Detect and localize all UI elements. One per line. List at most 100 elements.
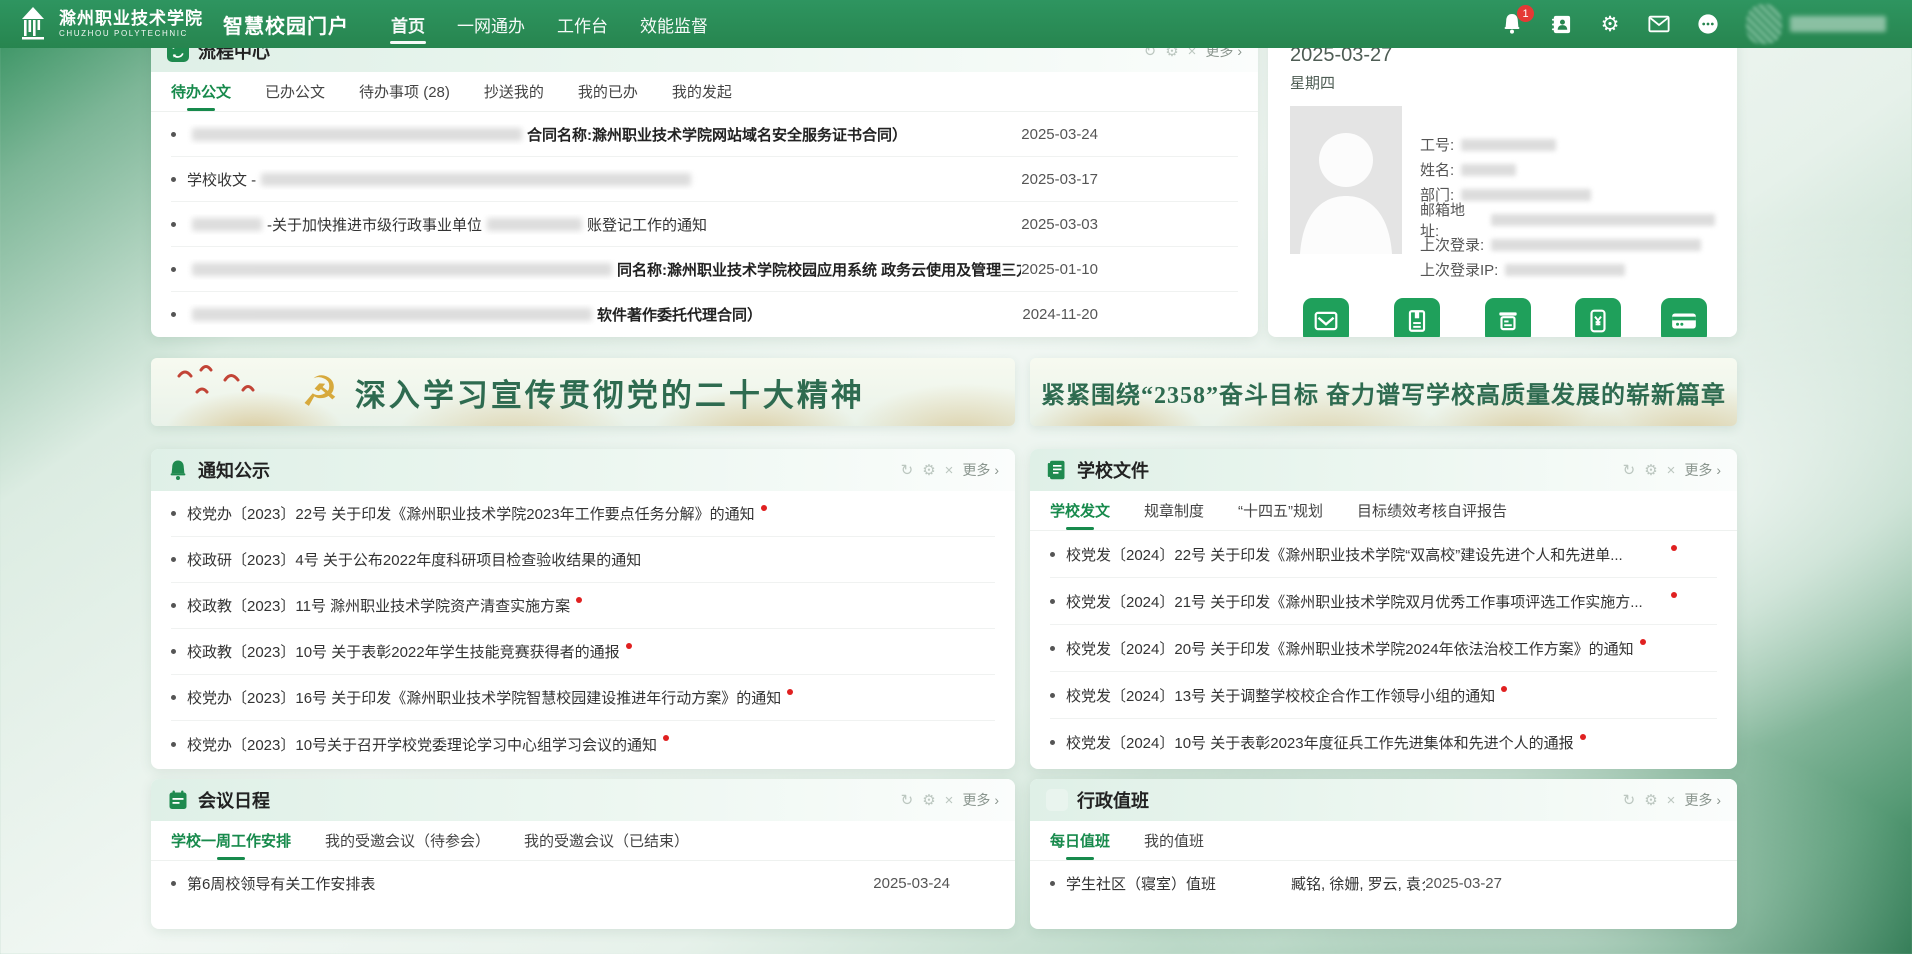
redacted-text [192,128,522,141]
process-tab[interactable]: 抄送我的 [484,72,544,111]
duty-list-item[interactable]: 学生社区（寝室）值班臧铭, 徐姗, 罗云, 袁夕良, 安婷婷...2025-03… [1050,861,1717,906]
refresh-icon[interactable]: ↻ [901,461,914,479]
item-text: 校政教〔2023〕11号 滁州职业技术学院资产清查实施方案 [187,595,995,616]
settings-gear-icon[interactable]: ⚙ [1599,13,1621,35]
item-date: 2025-03-24 [1021,126,1098,143]
process-list-item[interactable]: 学校收文 -2025-03-17 [171,157,1238,202]
meetings-tab[interactable]: 我的受邀会议（待参会） [325,821,490,860]
mail-icon[interactable] [1648,13,1670,35]
process-tab[interactable]: 待办公文 [171,72,231,111]
nav-item-工作台[interactable]: 工作台 [557,0,608,48]
item-text: 校党办〔2023〕16号 关于印发《滁州职业技术学院智慧校园建设推进年行动方案》… [187,687,995,708]
calendar-icon [167,789,189,811]
topbar-actions: 1 ⚙ [1501,4,1886,44]
contacts-icon[interactable] [1550,13,1572,35]
item-text: 校党发〔2024〕20号 关于印发《滁州职业技术学院2024年依法治校工作方案》… [1066,638,1717,659]
gear-icon[interactable]: ⚙ [922,461,935,479]
file-list-item[interactable]: 校党发〔2024〕13号 关于调整学校校企合作工作领导小组的通知 [1050,672,1717,719]
top-navbar: 滁州职业技术学院 CHUZHOU POLYTECHNIC 智慧校园门户 首页一网… [0,0,1912,48]
quick-link-一卡通[interactable]: 一卡通 [1661,298,1707,337]
banner-left-text: 深入学习宣传贯彻党的二十大精神 [355,370,865,415]
unread-dot [1671,592,1677,598]
close-icon[interactable]: × [1667,462,1676,479]
file-list-item[interactable]: 校党发〔2024〕21号 关于印发《滁州职业技术学院双月优秀工作事项评选工作实施… [1050,578,1717,625]
duty-tab[interactable]: 每日值班 [1050,821,1110,860]
files-tab[interactable]: 目标绩效考核自评报告 [1357,491,1507,530]
portal-title: 智慧校园门户 [223,10,349,39]
meetings-tab[interactable]: 学校一周工作安排 [171,821,291,860]
refresh-icon[interactable]: ↻ [901,791,914,809]
more-link[interactable]: 更多 › [962,460,999,480]
duty-card: 行政值班 ↻ ⚙ × 更多 › 每日值班我的值班 学生社区（寝室）值班臧铭, 徐姗, … [1030,779,1737,929]
file-list-item[interactable]: 校党发〔2024〕22号 关于印发《滁州职业技术学院“双高校”建设先进个人和先进… [1050,531,1717,578]
quick-link-我的工资[interactable]: 我的工资 [1570,298,1626,337]
item-date: 2025-03-24 [873,875,950,892]
card-controls: ↻ ⚙ × 更多 › [901,460,999,480]
process-list: 合同名称:滁州职业技术学院网站域名安全服务证书合同）2025-03-24学校收文… [151,112,1258,337]
files-tab[interactable]: 规章制度 [1144,491,1204,530]
process-list-item[interactable]: 软件著作委托代理合同）2024-11-20 [171,292,1238,337]
more-link[interactable]: 更多 › [962,790,999,810]
nav-item-效能监督[interactable]: 效能监督 [640,0,708,48]
notice-list-item[interactable]: 校党办〔2023〕22号 关于印发《滁州职业技术学院2023年工作要点任务分解》… [171,491,995,537]
item-text: 第6周校领导有关工作安排表 [187,873,873,894]
close-icon[interactable]: × [1667,792,1676,809]
quick-link-图书借阅[interactable]: 图书借阅 [1389,298,1445,337]
salary-icon [1575,298,1621,337]
meetings-tab[interactable]: 我的受邀会议（已结束） [524,821,689,860]
process-tab[interactable]: 我的发起 [672,72,732,111]
notice-list-item[interactable]: 校政研〔2023〕4号 关于公布2022年度科研项目检查验收结果的通知 [171,537,995,583]
notices-list: 校党办〔2023〕22号 关于印发《滁州职业技术学院2023年工作要点任务分解》… [151,491,1015,767]
notice-list-item[interactable]: 校政教〔2023〕11号 滁州职业技术学院资产清查实施方案 [171,583,995,629]
item-text: -关于加快推进市级行政事业单位账登记工作的通知 [187,214,1021,235]
school-files-list: 校党发〔2024〕22号 关于印发《滁州职业技术学院“双高校”建设先进个人和先进… [1030,531,1737,766]
refresh-icon[interactable]: ↻ [1623,791,1636,809]
gear-icon[interactable]: ⚙ [1644,791,1657,809]
bullet-icon [171,695,176,700]
process-list-item[interactable]: 合同名称:滁州职业技术学院网站域名安全服务证书合同）2025-03-24 [171,112,1238,157]
profile-field: 工号: [1420,132,1715,157]
user-menu[interactable] [1746,4,1886,44]
card-title: 会议日程 [198,787,270,813]
process-tab[interactable]: 待办事项 (28) [359,72,450,111]
process-list-item[interactable]: 同名称:滁州职业技术学院校园应用系统 政务云使用及管理三方合同）2025-01-… [171,247,1238,292]
files-tab[interactable]: “十四五”规划 [1238,491,1323,530]
gear-icon[interactable]: ⚙ [922,791,935,809]
quick-link-我的课程[interactable]: 我的课程 [1480,298,1536,337]
redacted-text [192,218,262,231]
more-link[interactable]: 更多 › [1684,460,1721,480]
refresh-icon[interactable]: ↻ [1623,461,1636,479]
process-list-item[interactable]: -关于加快推进市级行政事业单位账登记工作的通知2025-03-03 [171,202,1238,247]
banner-goal-slogan[interactable]: 紧紧围绕“2358”奋斗目标 奋力谱写学校高质量发展的崭新篇章 [1030,358,1737,426]
close-icon[interactable]: × [945,792,954,809]
profile-photo-placeholder [1290,106,1402,254]
process-tab[interactable]: 我的已办 [578,72,638,111]
banner-party-spirit[interactable]: ☭ 深入学习宣传贯彻党的二十大精神 [151,358,1015,426]
files-tab[interactable]: 学校发文 [1050,491,1110,530]
nav-item-一网通办[interactable]: 一网通办 [457,0,525,48]
notice-list-item[interactable]: 校党办〔2023〕10号关于召开学校党委理论学习中心组学习会议的通知 [171,721,995,767]
profile-field: 上次登录: [1420,232,1715,257]
more-menu-icon[interactable] [1697,13,1719,35]
gear-icon[interactable]: ⚙ [1644,461,1657,479]
card-title: 行政值班 [1077,787,1149,813]
nav-item-首页[interactable]: 首页 [391,0,425,48]
profile-field: 上次登录IP: [1420,257,1715,282]
school-files-card: 学校文件 ↻⚙×更多 › 学校发文规章制度“十四五”规划目标绩效考核自评报告 校… [1030,449,1737,769]
notice-list-item[interactable]: 校党办〔2023〕16号 关于印发《滁州职业技术学院智慧校园建设推进年行动方案》… [171,675,995,721]
more-link[interactable]: 更多 › [1684,790,1721,810]
redacted-text [192,263,612,276]
notice-list-item[interactable]: 校政教〔2023〕10号 关于表彰2022年学生技能竞赛获得者的通报 [171,629,995,675]
meeting-list-item[interactable]: 第6周校领导有关工作安排表2025-03-24 [171,861,995,906]
redacted-text [261,173,691,186]
bullet-icon [1050,881,1055,886]
file-list-item[interactable]: 校党发〔2024〕10号 关于表彰2023年度征兵工作先进集体和先进个人的通报 [1050,719,1717,766]
redacted-value [1461,164,1516,176]
duty-tab[interactable]: 我的值班 [1144,821,1204,860]
file-list-item[interactable]: 校党发〔2024〕20号 关于印发《滁州职业技术学院2024年依法治校工作方案》… [1050,625,1717,672]
item-text: 学校收文 - [187,169,1021,190]
quick-link-我的邮件[interactable]: 我的邮件 [1298,298,1354,337]
bell-icon[interactable]: 1 [1501,13,1523,35]
process-tab[interactable]: 已办公文 [265,72,325,111]
close-icon[interactable]: × [945,462,954,479]
